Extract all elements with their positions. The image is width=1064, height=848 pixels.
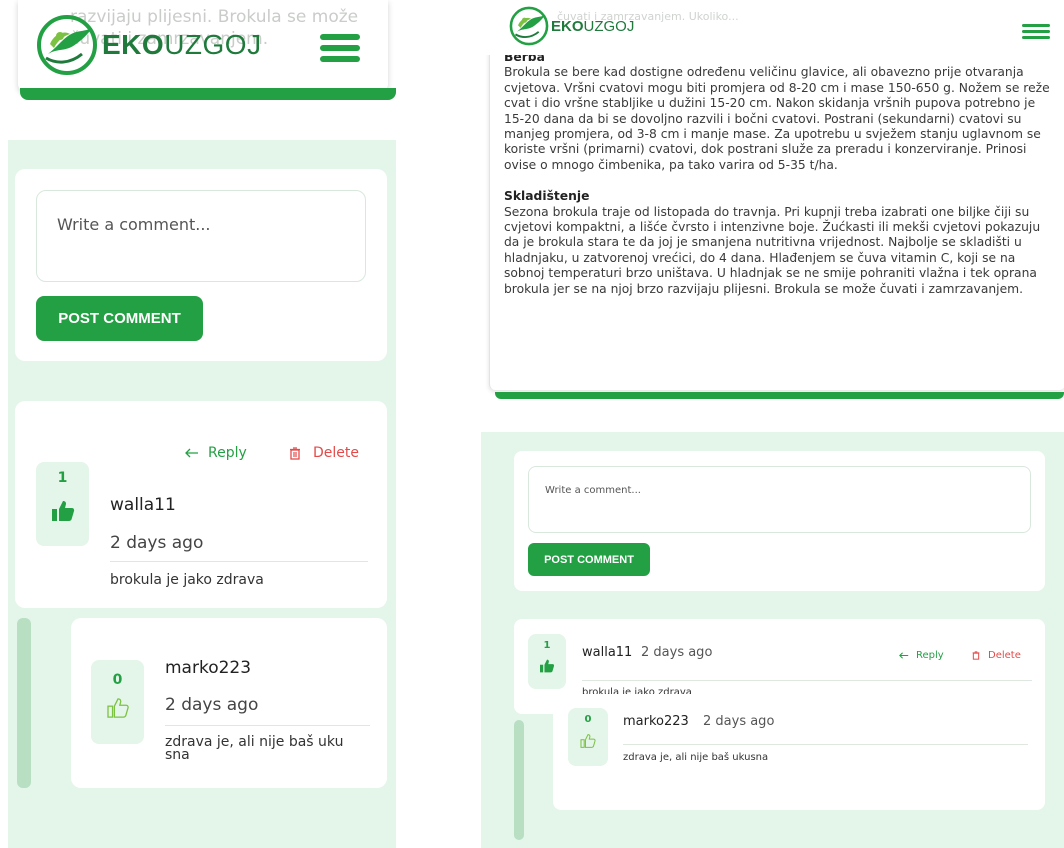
comments-section: Write a comment... POST COMMENT Reply De… bbox=[8, 140, 396, 848]
divider bbox=[582, 680, 1032, 681]
comment-author: walla11 bbox=[582, 645, 633, 660]
vote-count: 0 bbox=[584, 714, 592, 725]
comment-form: Write a comment... POST COMMENT bbox=[15, 169, 387, 361]
comment-author: marko223 bbox=[165, 658, 252, 678]
thumbs-up-filled-icon[interactable] bbox=[539, 659, 555, 673]
reply-button[interactable]: Reply bbox=[899, 650, 944, 661]
vote-count: 1 bbox=[543, 640, 551, 651]
comment-form: Write a comment... POST COMMENT bbox=[514, 451, 1045, 591]
desktop-view: Berba Brokula se bere kad dostigne određ… bbox=[481, 0, 1064, 848]
vote-box: 0 bbox=[568, 708, 608, 766]
hamburger-menu-icon[interactable] bbox=[320, 34, 360, 67]
brand-name: EKOUZGOJ bbox=[551, 17, 635, 35]
post-comment-button[interactable]: POST COMMENT bbox=[528, 543, 650, 576]
leaf-hand-logo-icon bbox=[37, 15, 97, 75]
comment-text: zdrava je, ali nije baš uku sna bbox=[165, 734, 344, 763]
comment-input[interactable]: Write a comment... bbox=[528, 466, 1031, 533]
vote-count: 1 bbox=[57, 470, 68, 486]
article-card: Berba Brokula se bere kad dostigne određ… bbox=[489, 48, 1064, 390]
reply-comment-card: 0 marko223 2 days ago zdrava je, ali nij… bbox=[71, 618, 387, 788]
site-logo[interactable]: EKOUZGOJ bbox=[36, 14, 262, 76]
reply-comment-card: 0 marko223 2 days ago zdrava je, ali nij… bbox=[553, 694, 1045, 810]
vote-box: 1 bbox=[36, 462, 89, 546]
comment-text: brokula je jako zdrava bbox=[110, 572, 264, 588]
brand-name: EKOUZGOJ bbox=[102, 29, 262, 60]
thumbs-up-outline-icon[interactable] bbox=[106, 698, 129, 718]
mobile-header: razvijaju plijesni. Brokula se može čuva… bbox=[8, 0, 396, 100]
comment-author: walla11 bbox=[110, 495, 176, 515]
delete-label: Delete bbox=[313, 445, 359, 461]
section-text-berba: Brokula se bere kad dostigne određenu ve… bbox=[504, 65, 1050, 172]
leaf-hand-logo-icon bbox=[509, 6, 549, 46]
reply-label: Reply bbox=[208, 445, 247, 461]
article-accent-bar bbox=[495, 392, 1064, 399]
vote-box: 1 bbox=[528, 634, 566, 689]
trash-icon bbox=[972, 651, 980, 660]
comment-author: marko223 bbox=[623, 714, 689, 729]
reply-button[interactable]: Reply bbox=[185, 445, 247, 461]
delete-label: Delete bbox=[988, 650, 1021, 661]
thread-line bbox=[17, 618, 31, 788]
mobile-view: razvijaju plijesni. Brokula se može čuva… bbox=[8, 0, 396, 848]
divider bbox=[110, 561, 368, 562]
divider bbox=[165, 725, 370, 726]
comment-timestamp: 2 days ago bbox=[703, 714, 775, 729]
article-accent-bar bbox=[20, 88, 396, 100]
thumbs-up-filled-icon[interactable] bbox=[51, 500, 75, 522]
vote-count: 0 bbox=[112, 672, 123, 688]
post-comment-button[interactable]: POST COMMENT bbox=[36, 296, 203, 341]
page: razvijaju plijesni. Brokula se može čuva… bbox=[0, 0, 1064, 848]
comment-card: Reply Delete 1 walla11 2 days ago brokul… bbox=[15, 401, 387, 608]
divider bbox=[623, 744, 1028, 745]
comment-text: zdrava je, ali nije baš ukusna bbox=[623, 752, 769, 763]
site-logo[interactable]: EKOUZGOJ bbox=[509, 6, 634, 46]
thread-line bbox=[514, 720, 524, 840]
delete-button[interactable]: Delete bbox=[972, 650, 1021, 661]
comment-timestamp: 2 days ago bbox=[165, 695, 259, 715]
comments-section: Write a comment... POST COMMENT 1 walla1… bbox=[481, 432, 1064, 848]
section-text-skladistenje: Sezona brokula traje od listopada do tra… bbox=[504, 204, 1041, 296]
vote-box: 0 bbox=[91, 660, 144, 744]
article-body: Berba Brokula se bere kad dostigne određ… bbox=[504, 50, 1054, 297]
delete-button[interactable]: Delete bbox=[289, 445, 359, 461]
desktop-header: čuvati i zamrzavanjem. Ukoliko... EKOUZG… bbox=[481, 0, 1064, 55]
comment-timestamp: 2 days ago bbox=[110, 533, 204, 553]
comment-input[interactable]: Write a comment... bbox=[36, 190, 366, 282]
trash-icon bbox=[290, 446, 300, 460]
reply-arrow-icon bbox=[185, 448, 198, 458]
comment-timestamp: 2 days ago bbox=[641, 645, 713, 660]
reply-arrow-icon bbox=[899, 652, 909, 659]
section-heading-skladistenje: Skladištenje bbox=[504, 189, 590, 204]
thumbs-up-outline-icon[interactable] bbox=[580, 734, 596, 748]
reply-label: Reply bbox=[916, 650, 944, 661]
hamburger-menu-icon[interactable] bbox=[1022, 24, 1050, 42]
